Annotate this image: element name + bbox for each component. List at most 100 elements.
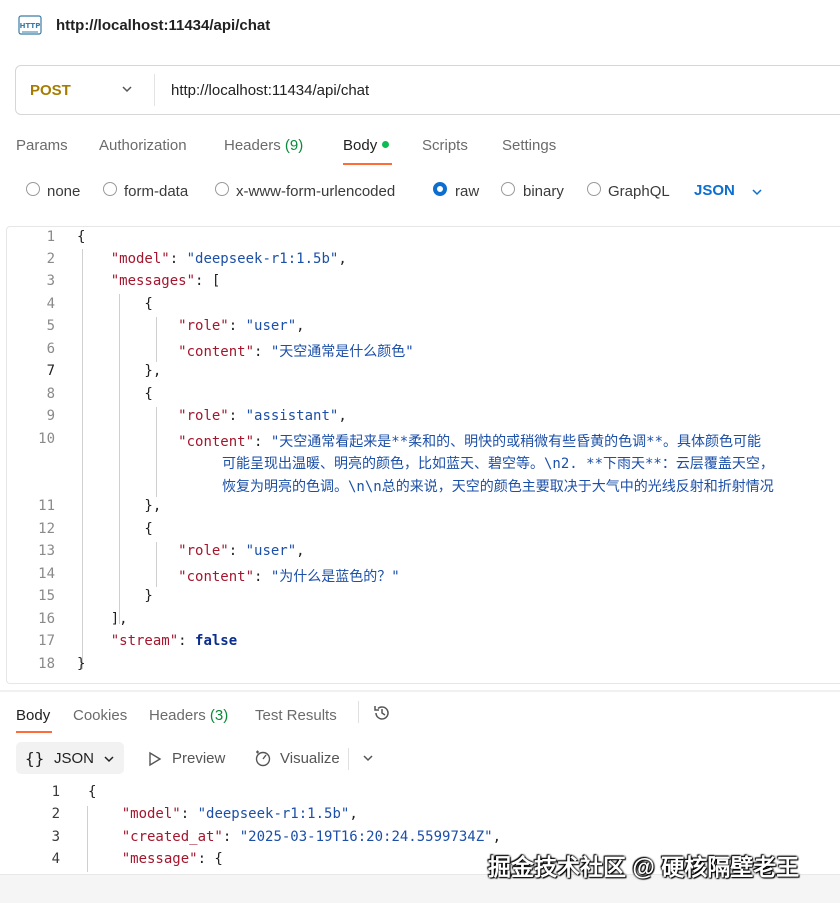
code-line: 7 }, [7,363,840,385]
line-number: 2 [51,806,60,822]
line-number: 16 [38,611,55,627]
line-number: 13 [38,543,55,559]
pane-divider[interactable] [0,690,840,692]
url-input[interactable]: http://localhost:11434/api/chat [171,82,369,99]
radio-raw[interactable] [433,182,447,196]
request-body-editor[interactable]: 1{ 2 "model": "deepseek-r1:1.5b", 3 "mes… [6,226,840,684]
http-icon: HTTP [18,15,42,35]
code-line: 18} [7,656,840,678]
code-line: 9 "role": "assistant", [7,408,840,430]
line-number: 3 [46,273,55,289]
code-line-wrap: 恢复为明亮的色调。\n\n总的来说，天空的颜色主要取决于大气中的光线反射和折射情… [7,476,840,498]
code-line: 2 "model": "deepseek-r1:1.5b", [7,251,840,273]
request-title[interactable]: http://localhost:11434/api/chat [56,17,270,34]
json-key: "content" [178,569,255,585]
line-number: 4 [51,851,60,867]
radio-form-data[interactable] [103,182,117,196]
tab-settings[interactable]: Settings [502,137,556,154]
code-line: 13 "role": "user", [7,543,840,565]
json-string: "deepseek-r1:1.5b" [186,251,339,267]
tab-label: Body [343,137,378,154]
json-key: "model" [110,251,170,267]
code-line: 1{ [0,784,840,806]
radio-graphql[interactable] [587,182,601,196]
code-line: 16 ], [7,611,840,633]
format-select[interactable]: JSON [694,182,735,199]
line-number: 1 [46,229,55,245]
watermark: 掘金技术社区 @ 硬核隔壁老王 [488,854,800,880]
line-number: 4 [46,296,55,312]
active-tab-indicator [343,163,392,165]
code-line: 2 "model": "deepseek-r1:1.5b", [0,806,840,828]
resp-tab-cookies[interactable]: Cookies [73,707,127,724]
line-number: 10 [38,431,55,447]
tab-label: Authorization [99,137,187,154]
tab-label: Scripts [422,137,468,154]
tab-authorization[interactable]: Authorization [99,137,187,154]
json-string: "assistant" [245,408,339,424]
chevron-down-icon[interactable] [361,751,375,765]
resp-tab-body[interactable]: Body [16,707,50,724]
radio-binary[interactable] [501,182,515,196]
visualize-button[interactable]: Visualize [280,750,340,767]
tab-count: (3) [209,707,229,724]
chevron-down-icon[interactable] [120,82,134,96]
radio-label-form-data: form-data [124,183,189,200]
json-string: 可能呈现出温暖、明亮的颜色，比如蓝天、碧空等。\n2. **下雨天**：云层覆盖… [222,456,774,472]
tab-scripts[interactable]: Scripts [422,137,468,154]
json-string: "天空通常是什么颜色" [270,344,414,360]
line-number: 17 [38,633,55,649]
history-icon[interactable] [372,703,392,723]
play-icon[interactable] [146,750,164,768]
tab-body[interactable]: Body [343,137,390,154]
tab-params[interactable]: Params [16,137,68,154]
response-format-label: JSON [54,750,95,767]
tab-count: (9) [284,137,304,154]
json-key: "role" [178,408,229,424]
json-key: "stream" [110,633,179,649]
visualize-icon[interactable] [254,749,272,767]
line-number: 6 [46,341,55,357]
code-line: 1{ [7,229,840,251]
json-key: "created_at" [121,829,223,845]
line-number: 2 [46,251,55,267]
line-number: 3 [51,829,60,845]
divider [358,701,359,723]
method-select[interactable]: POST [30,82,71,99]
json-string: "天空通常看起来是**柔和的、明快的或稍微有些昏黄的色调**。具体颜色可能 [270,434,762,450]
radio-urlencoded[interactable] [215,182,229,196]
json-key: "content" [178,434,255,450]
json-string: 恢复为明亮的色调。\n\n总的来说，天空的颜色主要取决于大气中的光线反射和折射情… [222,479,774,495]
tab-label: Params [16,137,68,154]
resp-tab-test-results[interactable]: Test Results [255,707,337,724]
line-number: 15 [38,588,55,604]
json-string: "2025-03-19T16:20:24.5599734Z" [239,829,493,845]
json-string: "user" [245,318,297,334]
code-line: 3 "messages": [ [7,273,840,295]
request-title-bar: HTTP http://localhost:11434/api/chat [0,0,840,54]
chevron-down-icon[interactable] [750,185,764,199]
preview-button[interactable]: Preview [172,750,225,767]
json-string: "deepseek-r1:1.5b" [197,806,350,822]
svg-text:HTTP: HTTP [20,22,41,30]
code-line: 15 } [7,588,840,610]
code-line: 6 "content": "天空通常是什么颜色" [7,341,840,363]
line-number: 18 [38,656,55,672]
json-key: "model" [121,806,181,822]
url-divider [154,74,155,106]
radio-none[interactable] [26,182,40,196]
tab-headers[interactable]: Headers (9) [224,137,303,154]
resp-tab-headers[interactable]: Headers (3) [149,707,228,724]
braces-icon: {} [25,749,45,768]
response-format-select[interactable]: {} JSON [16,742,124,774]
line-number: 1 [51,784,60,800]
radio-label-graphql: GraphQL [608,183,670,200]
radio-label-urlencoded: x-www-form-urlencoded [236,183,396,200]
tab-label: Headers [149,707,206,724]
tab-label: Headers [224,137,281,154]
code-line: 11 }, [7,498,840,520]
code-line: 14 "content": "为什么是蓝色的？" [7,566,840,588]
code-line-wrap: 可能呈现出温暖、明亮的颜色，比如蓝天、碧空等。\n2. **下雨天**：云层覆盖… [7,453,840,475]
json-key: "messages" [110,273,196,289]
radio-label-none: none [47,183,81,200]
